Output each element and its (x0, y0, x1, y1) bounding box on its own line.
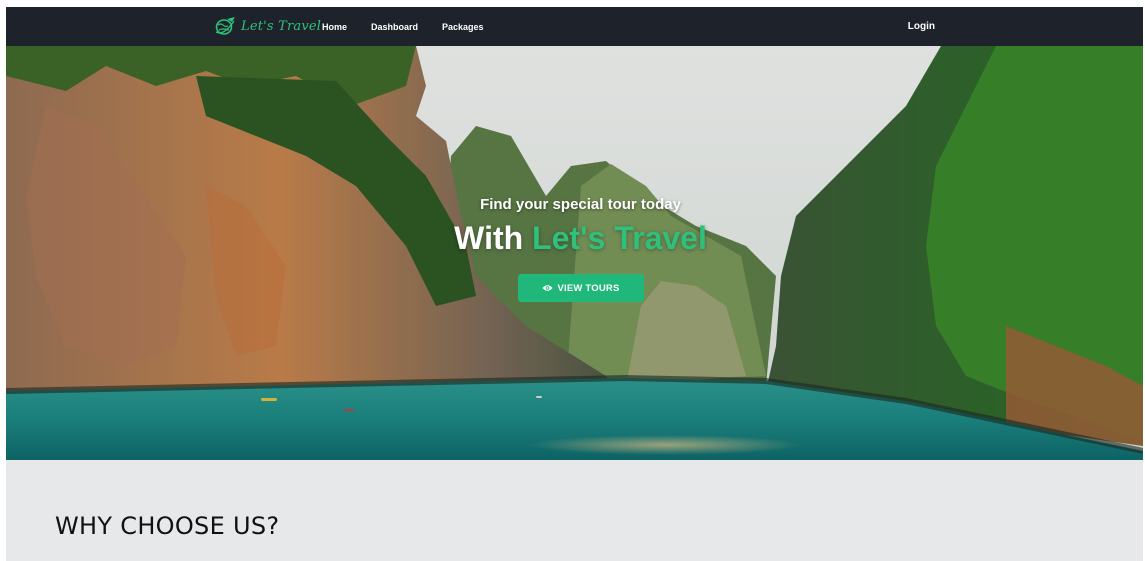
view-tours-button[interactable]: VIEW TOURS (517, 274, 644, 302)
login-link[interactable]: Login (908, 7, 935, 46)
globe-plane-icon (214, 16, 236, 36)
hero-banner: Find your special tour today With Let's … (6, 46, 1143, 460)
view-tours-label: VIEW TOURS (557, 282, 620, 294)
eye-icon (542, 284, 553, 292)
nav-links: Home Dashboard Packages (322, 7, 484, 46)
nav-link-dashboard[interactable]: Dashboard (371, 22, 418, 32)
brand-name: Let's Travel (241, 18, 322, 34)
section-title: WHY CHOOSE US? (55, 512, 280, 540)
hero-content: Find your special tour today With Let's … (6, 196, 1143, 302)
navbar: Let's Travel Home Dashboard Packages Log… (6, 7, 1143, 46)
hero-title: With Let's Travel (18, 218, 1143, 258)
hero-title-brand: Let's Travel (532, 220, 707, 256)
page-frame: Let's Travel Home Dashboard Packages Log… (6, 7, 1143, 561)
hero-subtitle: Find your special tour today (480, 196, 681, 213)
nav-link-packages[interactable]: Packages (442, 22, 484, 32)
hero-title-prefix: With (454, 220, 524, 256)
why-choose-us-section: WHY CHOOSE US? (6, 460, 1143, 561)
nav-link-home[interactable]: Home (322, 22, 347, 32)
brand-logo[interactable]: Let's Travel (214, 16, 321, 36)
